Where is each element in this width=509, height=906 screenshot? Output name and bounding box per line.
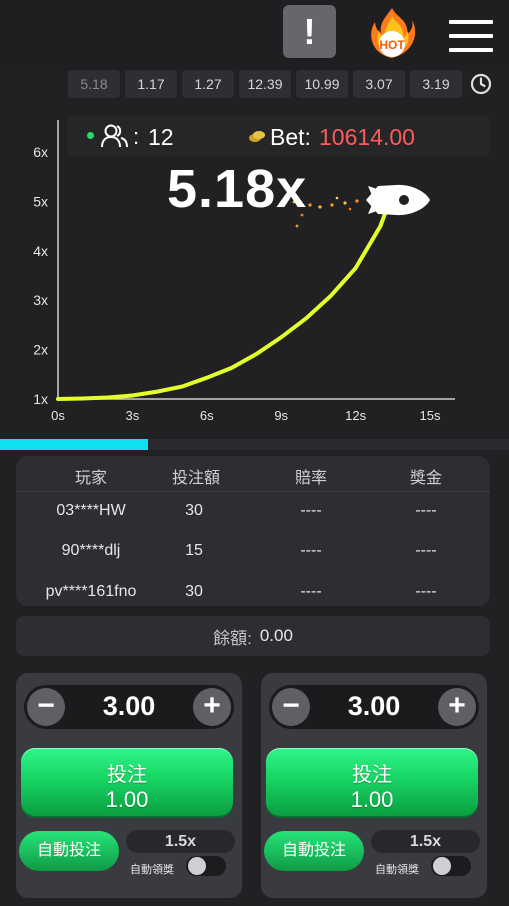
auto-bet-button[interactable]: 自動投注 xyxy=(19,831,119,871)
bet-panel-2: − 3.00 + 投注 1.00 自動投注 1.5x 自動領獎 xyxy=(261,673,487,898)
place-bet-button[interactable]: 投注 1.00 xyxy=(21,748,233,816)
toggle-knob xyxy=(188,857,206,875)
balance-label: 餘額: xyxy=(213,628,252,648)
increase-amount-button[interactable]: + xyxy=(438,688,476,726)
rocket-icon xyxy=(366,184,430,216)
player-name: 90****dlj xyxy=(61,542,121,559)
amount-stepper: − 3.00 + xyxy=(24,685,234,729)
round-stats-bar: : 12 Bet: 10614.00 xyxy=(67,116,490,156)
x-tick-label: 0s xyxy=(51,408,65,423)
x-tick-label: 9s xyxy=(274,408,288,423)
bet-label: Bet: xyxy=(270,124,311,150)
bets-table-header: 玩家 投注額 賠率 獎金 xyxy=(16,456,490,492)
amount-stepper: − 3.00 + xyxy=(269,685,479,729)
players-count: 12 xyxy=(148,124,174,150)
balance-value: 0.00 xyxy=(259,626,293,645)
prize-value: ---- xyxy=(415,542,437,559)
bets-table: 玩家 投注額 賠率 獎金 03****HW 30 ---- ---- 90***… xyxy=(16,456,490,606)
auto-cashout-label: 自動領獎 xyxy=(130,864,174,876)
players-separator: : xyxy=(133,124,140,149)
bet-button-label: 投注 xyxy=(107,764,147,786)
players-icon xyxy=(101,124,128,148)
online-dot-icon xyxy=(87,132,94,139)
y-tick-label: 4x xyxy=(33,243,48,259)
amount-value[interactable]: 3.00 xyxy=(74,691,184,722)
odds-value: ---- xyxy=(300,583,322,600)
auto-cashout-multiplier[interactable]: 1.5x xyxy=(126,830,235,853)
x-tick-label: 15s xyxy=(420,408,441,423)
y-tick-label: 2x xyxy=(33,342,48,358)
x-tick-label: 12s xyxy=(345,408,366,423)
current-multiplier: 5.18x xyxy=(167,159,308,219)
column-header-player: 玩家 xyxy=(74,470,107,487)
round-progress-fill xyxy=(0,439,148,450)
prize-value: ---- xyxy=(415,502,437,519)
coins-icon xyxy=(249,131,265,142)
multiplier-chart: 1x 2x 3x 4x 5x 6x 0s 3s 6s 9s 12s 15s xyxy=(33,120,455,423)
bet-panel-1: − 3.00 + 投注 1.00 自動投注 1.5x 自動領獎 xyxy=(16,673,242,898)
y-tick-label: 5x xyxy=(33,193,48,209)
decrease-amount-button[interactable]: − xyxy=(27,688,65,726)
decrease-amount-button[interactable]: − xyxy=(272,688,310,726)
multiplier-curve xyxy=(56,190,395,401)
y-tick-label: 6x xyxy=(33,144,48,160)
bet-amount: 30 xyxy=(185,502,203,519)
auto-cashout-toggle[interactable] xyxy=(186,856,226,876)
y-tick-label: 3x xyxy=(33,292,48,308)
increase-amount-button[interactable]: + xyxy=(193,688,231,726)
prize-value: ---- xyxy=(415,583,437,600)
column-header-bet: 投注額 xyxy=(171,470,220,487)
x-tick-label: 6s xyxy=(200,408,214,423)
bet-button-label: 投注 xyxy=(352,764,392,786)
bet-amount: 30 xyxy=(185,583,203,600)
auto-bet-button[interactable]: 自動投注 xyxy=(264,831,364,871)
auto-cashout-label: 自動領獎 xyxy=(375,864,419,876)
place-bet-button[interactable]: 投注 1.00 xyxy=(266,748,478,816)
balance-bar: 餘額: 0.00 xyxy=(16,616,490,656)
odds-value: ---- xyxy=(300,542,322,559)
odds-value: ---- xyxy=(300,502,322,519)
bet-button-amount: 1.00 xyxy=(105,787,149,812)
x-tick-label: 3s xyxy=(126,408,140,423)
column-header-odds: 賠率 xyxy=(294,470,327,487)
auto-cashout-toggle[interactable] xyxy=(431,856,471,876)
column-header-prize: 獎金 xyxy=(409,470,442,487)
toggle-knob xyxy=(433,857,451,875)
bet-amount: 15 xyxy=(185,542,203,559)
total-bet-value: 10614.00 xyxy=(319,124,415,150)
auto-cashout-multiplier[interactable]: 1.5x xyxy=(371,830,480,853)
bet-button-amount: 1.00 xyxy=(350,787,394,812)
y-tick-label: 1x xyxy=(33,391,48,407)
player-name: pv****161fno xyxy=(45,583,137,600)
amount-value[interactable]: 3.00 xyxy=(319,691,429,722)
player-name: 03****HW xyxy=(56,502,126,519)
